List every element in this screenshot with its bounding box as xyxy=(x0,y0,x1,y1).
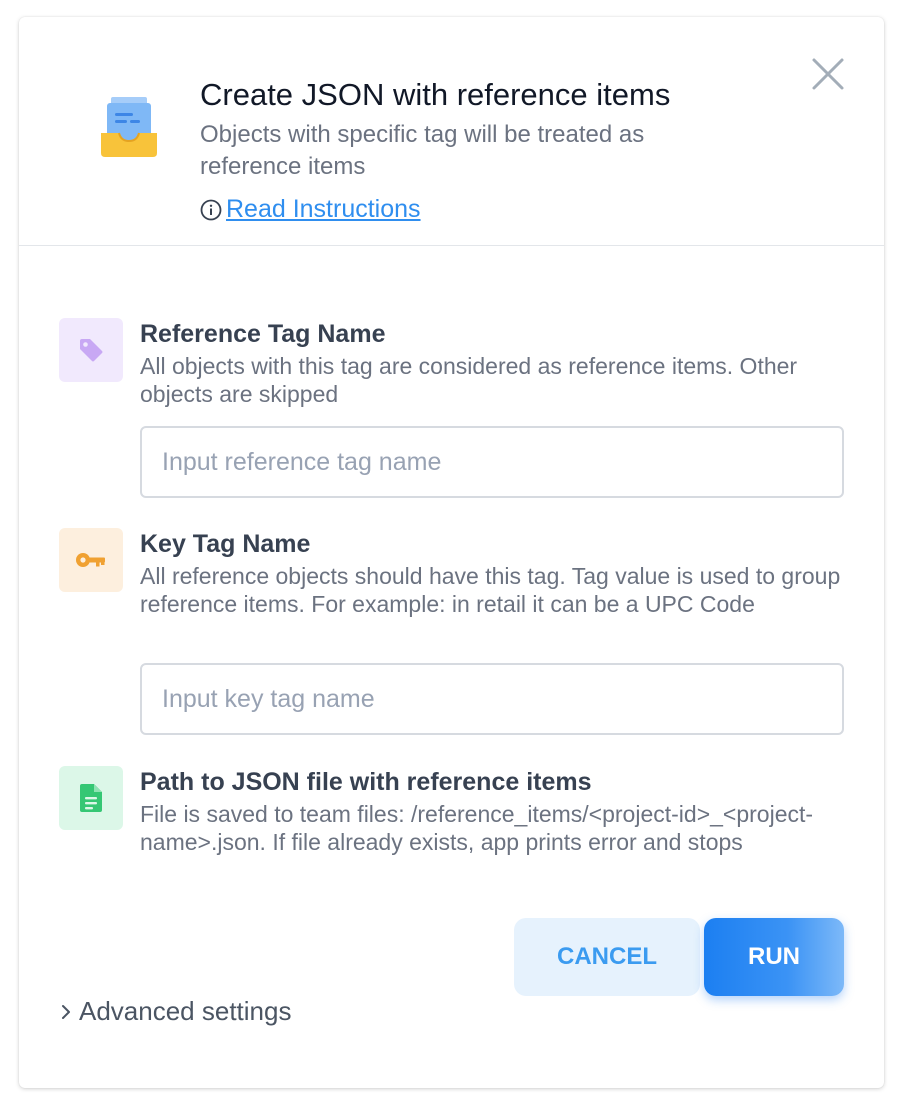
file-icon-box xyxy=(59,766,123,830)
run-button[interactable]: RUN xyxy=(704,918,844,996)
key-tag-input[interactable] xyxy=(140,663,844,735)
close-icon[interactable] xyxy=(809,55,847,93)
tag-icon-box xyxy=(59,318,123,382)
inbox-tray-icon xyxy=(101,97,157,157)
reference-tag-text: Reference Tag Name All objects with this… xyxy=(140,318,850,408)
json-path-description: File is saved to team files: /reference_… xyxy=(140,801,814,855)
info-icon xyxy=(200,199,222,220)
key-icon xyxy=(76,553,105,567)
dialog-subtitle: Objects with specific tag will be treate… xyxy=(200,121,645,180)
key-tag-description: All reference objects should have this t… xyxy=(140,563,841,617)
reference-tag-input[interactable] xyxy=(140,426,844,498)
json-path-title: Path to JSON file with reference items xyxy=(140,768,592,796)
file-icon xyxy=(80,784,102,812)
dialog-header: Create JSON with reference items Objects… xyxy=(19,17,884,246)
key-tag-text: Key Tag Name All reference objects shoul… xyxy=(140,528,850,618)
dialog: Create JSON with reference items Objects… xyxy=(19,17,884,1088)
cancel-button[interactable]: CANCEL xyxy=(514,918,700,996)
tag-icon xyxy=(80,339,103,362)
read-instructions-link[interactable]: Read Instructions xyxy=(226,195,421,224)
advanced-settings-label: Advanced settings xyxy=(79,996,292,1026)
json-path-text: Path to JSON file with reference items F… xyxy=(140,766,850,856)
key-icon-box xyxy=(59,528,123,592)
chevron-right-icon xyxy=(62,1004,70,1019)
key-tag-title: Key Tag Name xyxy=(140,530,311,558)
advanced-settings-toggle[interactable]: Advanced settings xyxy=(59,996,291,1027)
reference-tag-title: Reference Tag Name xyxy=(140,320,386,348)
reference-tag-description: All objects with this tag are considered… xyxy=(140,353,798,407)
dialog-title: Create JSON with reference items xyxy=(200,77,671,112)
read-instructions[interactable]: Read Instructions xyxy=(200,195,421,224)
